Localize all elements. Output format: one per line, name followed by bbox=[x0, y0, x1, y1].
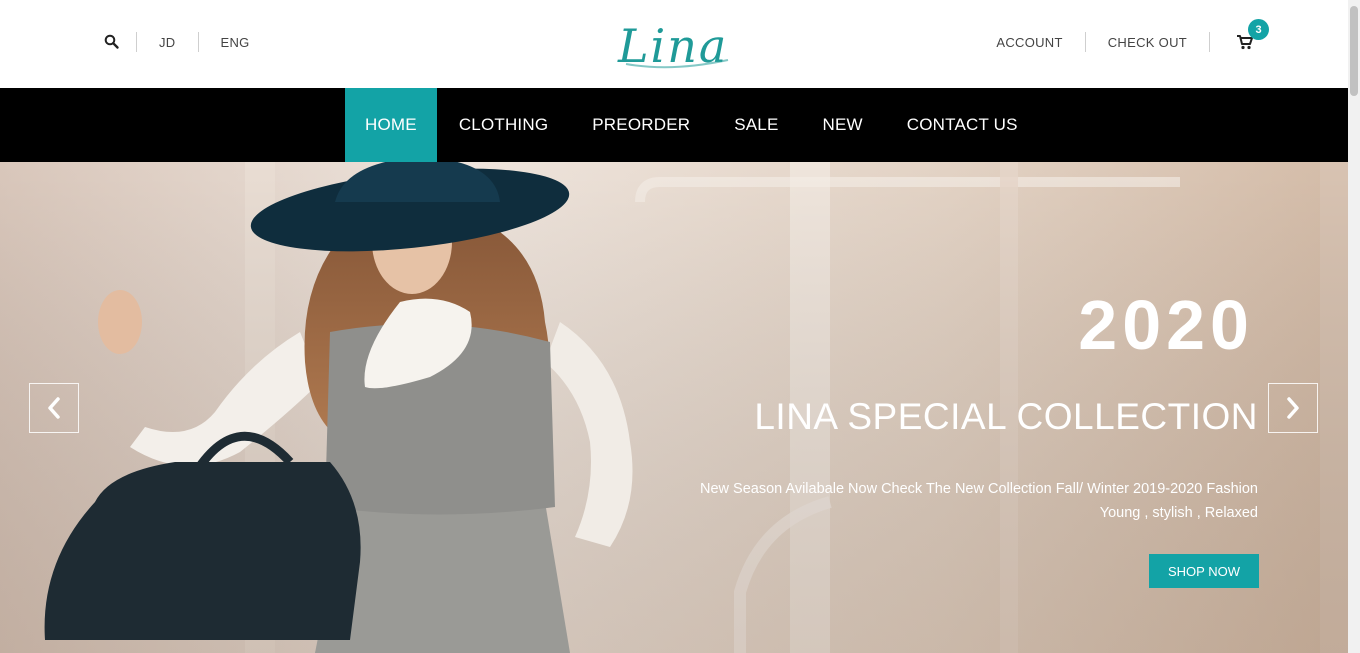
currency-jd-link[interactable]: JD bbox=[149, 35, 186, 50]
cart-count-badge: 3 bbox=[1248, 19, 1269, 40]
page-scrollbar[interactable] bbox=[1348, 0, 1360, 653]
hero-description-line: Young , stylish , Relaxed bbox=[1099, 505, 1258, 521]
nav-item-contact-us[interactable]: CONTACT US bbox=[885, 88, 1040, 162]
hero-description-line: New Season Avilabale Now Check The New C… bbox=[699, 481, 1258, 497]
hero-year: 2020 bbox=[1078, 286, 1254, 364]
hero-title: LINA SPECIAL COLLECTION bbox=[754, 396, 1258, 437]
shop-now-button[interactable]: SHOP NOW bbox=[1149, 554, 1259, 588]
chevron-right-icon bbox=[1287, 397, 1299, 419]
scrollbar-thumb[interactable] bbox=[1350, 6, 1358, 96]
header-right-utilities: ACCOUNT CHECK OUT 3 bbox=[986, 19, 1269, 56]
main-navigation: HOME CLOTHING PREORDER SALE NEW CONTACT … bbox=[0, 88, 1348, 162]
search-button[interactable] bbox=[100, 30, 124, 54]
hero-slider: 2020 LINA SPECIAL COLLECTION New Season … bbox=[0, 162, 1348, 653]
divider bbox=[1209, 32, 1210, 52]
nav-list: HOME CLOTHING PREORDER SALE NEW CONTACT … bbox=[345, 88, 1040, 162]
nav-item-preorder[interactable]: PREORDER bbox=[570, 88, 712, 162]
nav-item-new[interactable]: NEW bbox=[801, 88, 885, 162]
divider bbox=[197, 32, 199, 52]
nav-item-sale[interactable]: SALE bbox=[712, 88, 800, 162]
hero-description: New Season Avilabale Now Check The New C… bbox=[618, 477, 1258, 525]
slider-prev-button[interactable] bbox=[29, 383, 79, 433]
model-hand bbox=[98, 290, 142, 354]
nav-item-clothing[interactable]: CLOTHING bbox=[437, 88, 570, 162]
slider-next-button[interactable] bbox=[1268, 383, 1318, 433]
nav-item-home[interactable]: HOME bbox=[345, 88, 437, 162]
top-header: JD ENG Lina ACCOUNT CHECK OUT 3 bbox=[0, 0, 1348, 88]
logo-script: Lina bbox=[617, 19, 729, 73]
cart-button[interactable]: 3 bbox=[1232, 19, 1269, 55]
divider bbox=[136, 32, 137, 52]
account-link[interactable]: ACCOUNT bbox=[986, 35, 1072, 50]
chevron-left-icon bbox=[48, 397, 60, 419]
checkout-link[interactable]: CHECK OUT bbox=[1098, 35, 1197, 50]
site-logo[interactable]: Lina bbox=[612, 8, 736, 76]
divider bbox=[1084, 32, 1086, 52]
header-left-utilities: JD ENG bbox=[100, 28, 260, 56]
search-icon bbox=[104, 34, 119, 49]
language-eng-link[interactable]: ENG bbox=[211, 35, 260, 50]
